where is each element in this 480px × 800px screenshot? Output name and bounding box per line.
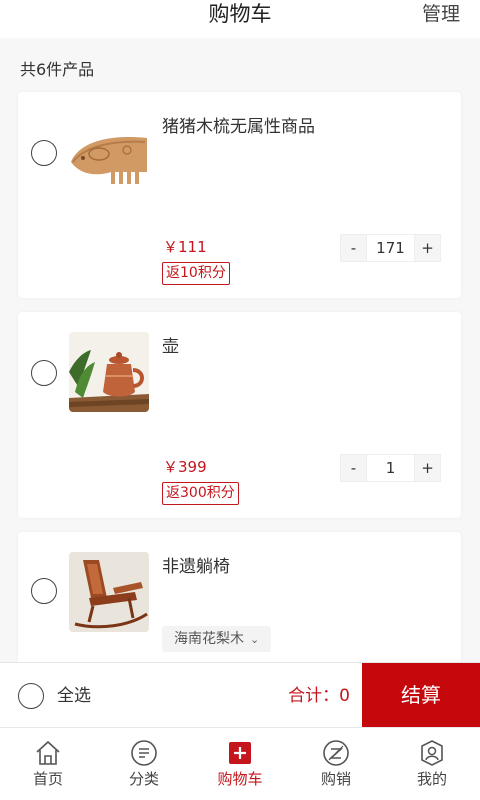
checkout-button[interactable]: 结算 [362, 663, 480, 728]
cart-screen: 购物车 管理 共6件产品 猪猪木梳无属性商品 ￥111 返10积分 - 171 … [0, 0, 480, 800]
page-title: 购物车 [208, 2, 272, 26]
product-name[interactable]: 非遗躺椅 [162, 552, 230, 577]
item-select-radio[interactable] [31, 578, 57, 604]
header: 购物车 管理 [0, 0, 480, 38]
select-all-label[interactable]: 全选 [57, 683, 91, 709]
cart-icon [229, 742, 251, 764]
product-price: ￥111 [163, 238, 207, 256]
total-amount: 合计：0 [288, 686, 350, 706]
points-badge: 返10积分 [162, 262, 230, 285]
tab-label: 购销 [320, 770, 351, 788]
quantity-stepper: - 1 + [340, 454, 441, 482]
tab-label: 我的 [416, 770, 447, 788]
cart-item: 非遗躺椅 海南花梨木 ⌄ [18, 532, 461, 664]
quantity-input[interactable]: 1 [367, 454, 414, 482]
tab-label: 分类 [128, 770, 159, 788]
product-price: ￥399 [163, 458, 207, 476]
tab-profile[interactable]: 我的 [384, 728, 480, 800]
increase-button[interactable]: + [414, 234, 441, 262]
increase-button[interactable]: + [414, 454, 441, 482]
product-image[interactable] [69, 552, 149, 632]
product-count: 共6件产品 [20, 60, 95, 79]
cart-item: 壶 ￥399 返300积分 - 1 + [18, 312, 461, 518]
item-select-radio[interactable] [31, 360, 57, 386]
tab-label: 购物车 [217, 770, 263, 788]
quantity-input[interactable]: 171 [367, 234, 414, 262]
product-image[interactable] [69, 112, 149, 192]
decrease-button[interactable]: - [340, 234, 367, 262]
item-select-radio[interactable] [31, 140, 57, 166]
quantity-stepper: - 171 + [340, 234, 441, 262]
variant-selector[interactable]: 海南花梨木 ⌄ [162, 626, 272, 652]
bottom-tab-bar: 首页 分类 购物车 购销 我的 [0, 727, 480, 800]
product-name[interactable]: 猪猪木梳无属性商品 [162, 112, 315, 137]
profile-icon [421, 740, 443, 766]
chevron-down-icon: ⌄ [250, 633, 260, 646]
tab-home[interactable]: 首页 [0, 728, 96, 800]
checkout-bar: 全选 合计：0 结算 [0, 662, 480, 728]
manage-button[interactable]: 管理 [422, 0, 460, 28]
product-image[interactable] [69, 332, 149, 412]
variant-label: 海南花梨木 [174, 631, 244, 647]
decrease-button[interactable]: - [340, 454, 367, 482]
select-all-radio[interactable] [18, 683, 44, 709]
tab-trade[interactable]: 购销 [288, 728, 384, 800]
cart-item: 猪猪木梳无属性商品 ￥111 返10积分 - 171 + [18, 92, 461, 298]
product-name[interactable]: 壶 [162, 332, 179, 357]
tab-category[interactable]: 分类 [96, 728, 192, 800]
tab-label: 首页 [32, 770, 63, 788]
tab-cart[interactable]: 购物车 [192, 728, 288, 800]
points-badge: 返300积分 [162, 482, 239, 505]
home-icon [36, 740, 60, 765]
category-icon [131, 740, 157, 766]
trade-icon [323, 740, 349, 766]
